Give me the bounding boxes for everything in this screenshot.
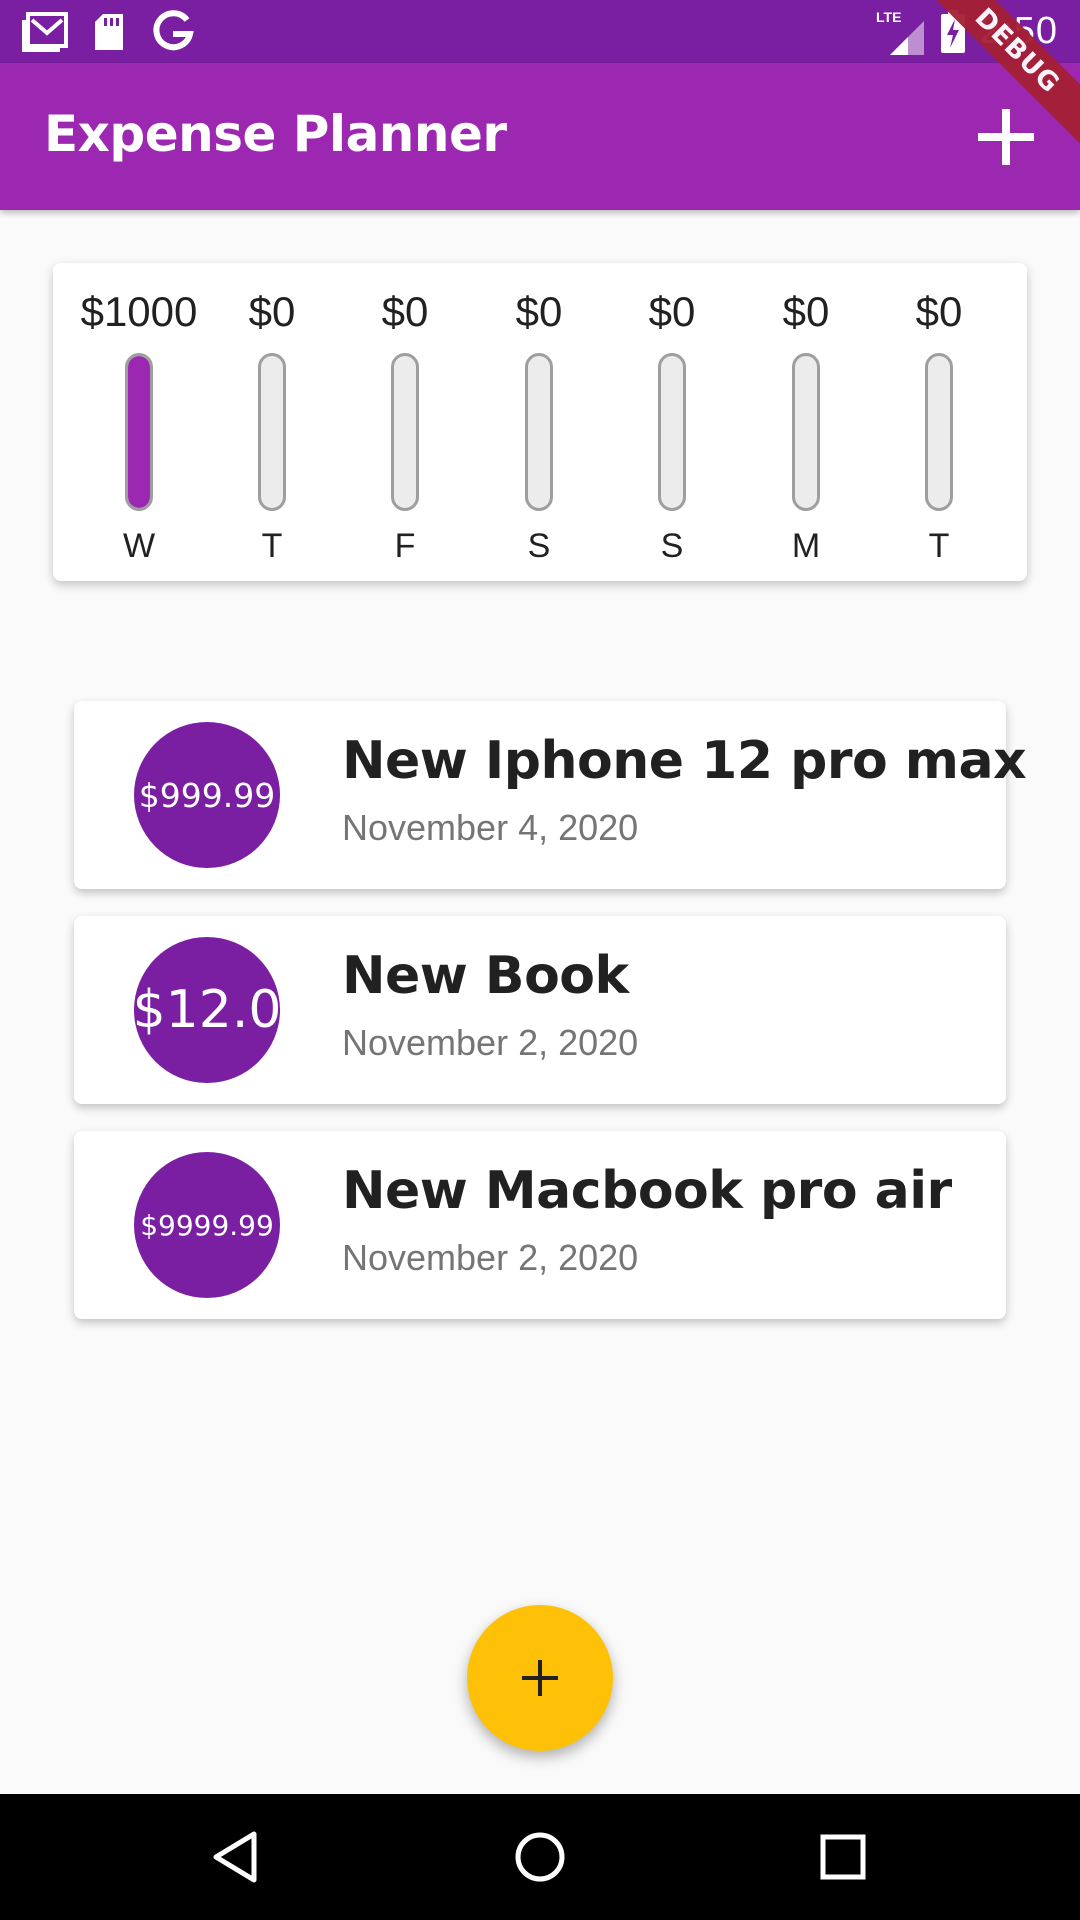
back-triangle-icon [213, 1831, 257, 1883]
bar-day-label: W [122, 527, 156, 565]
bar-fill [128, 356, 150, 508]
bar-day-label: M [791, 527, 821, 565]
transaction-title: New Macbook pro air [342, 1161, 952, 1221]
lte-signal-icon: LTE [876, 7, 926, 57]
transaction-title: New Book [342, 946, 629, 1006]
bar-track [391, 353, 419, 511]
bar-amount-label: $0 [915, 288, 963, 335]
add-transaction-button[interactable] [972, 103, 1040, 171]
sd-card-icon [86, 9, 132, 55]
bar-day-label: T [928, 527, 950, 565]
chart-bars: $1000 W $0 T $0 F $0 S $0 S $0 M $0 T [53, 263, 1027, 581]
transaction-date: November 4, 2020 [342, 807, 639, 848]
chart-bar-column: $0 T [872, 283, 1006, 566]
transaction-card[interactable]: $9999.99 New Macbook pro air November 2, 2… [74, 1131, 1006, 1319]
chart-bar-column: $0 T [205, 283, 339, 566]
bar-track [925, 353, 953, 511]
transaction-amount-avatar: $9999.99 [134, 1152, 280, 1298]
bar-track [258, 353, 286, 511]
transaction-amount-avatar: $999.99 [134, 722, 280, 868]
bar-amount-label: $0 [381, 288, 429, 335]
transaction-card[interactable]: $12.0 New Book November 2, 2020 [74, 916, 1006, 1104]
plus-icon [522, 1660, 558, 1696]
bar-day-label: S [660, 527, 684, 565]
bar-day-label: F [394, 527, 416, 565]
bar-amount-label: $0 [248, 288, 296, 335]
bar-amount-label: $1000 [80, 288, 198, 335]
app-title: Expense Planner [44, 105, 507, 163]
chart-bar-column: $0 F [338, 283, 472, 566]
bar-track [792, 353, 820, 511]
transaction-date: November 2, 2020 [342, 1022, 639, 1063]
plus-icon [978, 109, 1034, 165]
transaction-card[interactable]: $999.99 New Iphone 12 pro max November 4, … [74, 701, 1027, 889]
recents-button[interactable] [808, 1822, 878, 1892]
weekly-chart-card: $1000 W $0 T $0 F $0 S $0 S $0 M $0 T [53, 263, 1027, 581]
recents-square-icon [820, 1834, 866, 1880]
status-left-icons [22, 8, 196, 56]
home-button[interactable] [505, 1822, 575, 1892]
chart-bar-column: $0 S [605, 283, 739, 566]
bar-amount-label: $0 [782, 288, 830, 335]
transaction-title: New Iphone 12 pro max [342, 731, 1027, 791]
status-bar: LTE 2:50 [0, 0, 1080, 63]
app-bar: Expense Planner [0, 63, 1080, 210]
transaction-date: November 2, 2020 [342, 1237, 639, 1278]
google-icon [150, 9, 196, 55]
add-transaction-fab[interactable] [467, 1605, 613, 1751]
chart-bar-column: $0 S [472, 283, 606, 566]
bar-track [658, 353, 686, 511]
bar-amount-label: $0 [515, 288, 563, 335]
bar-day-label: S [527, 527, 551, 565]
bar-day-label: T [261, 527, 283, 565]
transaction-amount-avatar: $12.0 [133, 937, 281, 1083]
chart-bar-column: $1000 W [72, 283, 206, 566]
bar-track [125, 353, 153, 511]
bar-amount-label: $0 [648, 288, 696, 335]
bar-track [525, 353, 553, 511]
gmail-icon [22, 9, 68, 55]
back-button[interactable] [200, 1822, 270, 1892]
system-nav-bar [0, 1794, 1080, 1920]
home-circle-icon [515, 1832, 565, 1882]
chart-bar-column: $0 M [739, 283, 873, 566]
